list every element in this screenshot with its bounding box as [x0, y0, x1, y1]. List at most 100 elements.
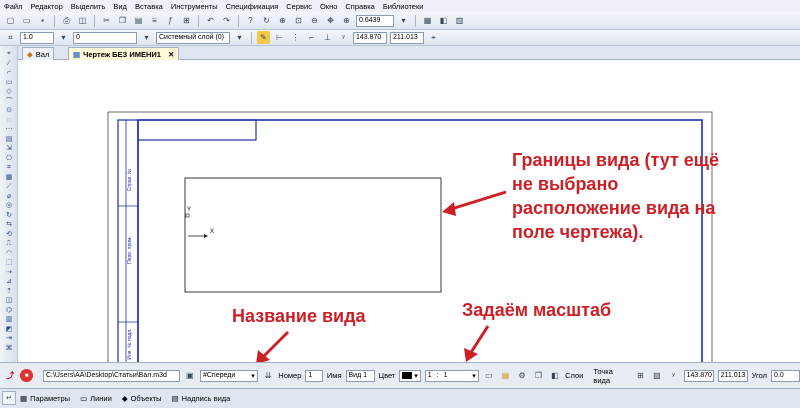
pan-icon[interactable]: ✥ — [324, 14, 337, 27]
help-icon[interactable]: ? — [244, 14, 257, 27]
coord-x-field[interactable]: 143.870 — [353, 31, 387, 44]
region-icon[interactable]: ⬚ — [4, 259, 14, 267]
settings-icon[interactable]: ⚙ — [516, 369, 528, 382]
table-icon[interactable]: ▦ — [4, 174, 14, 182]
copy-icon[interactable]: ❐ — [116, 14, 129, 27]
menu-item[interactable]: Спецификация — [226, 2, 279, 11]
tab-icon[interactable]: ⇥ — [4, 335, 14, 343]
circle-icon[interactable]: ⊙ — [4, 107, 14, 115]
view-settings-icon[interactable]: ⇊ — [262, 369, 274, 382]
browse-icon[interactable]: ▣ — [184, 369, 196, 382]
hexagon-icon[interactable]: ⎔ — [4, 155, 14, 163]
line-icon[interactable]: ⁄ — [4, 60, 14, 68]
menu-item[interactable]: Сервис — [286, 2, 312, 11]
zoom-out-icon[interactable]: ⊖ — [308, 14, 321, 27]
name-field[interactable]: Вид 1 — [345, 369, 375, 382]
cursor-icon[interactable]: ⌖ — [427, 31, 440, 44]
color-select[interactable]: ▾ — [399, 369, 421, 382]
segment-icon[interactable]: ⟋ — [4, 183, 14, 191]
coord-icon[interactable]: ʸ — [667, 369, 679, 382]
viewpoint-icon[interactable]: ⊞ — [634, 369, 646, 382]
open-file-icon[interactable]: ▭ — [20, 14, 33, 27]
variables-icon[interactable]: ⊞ — [180, 14, 193, 27]
step-input[interactable]: 1.0 — [20, 31, 54, 44]
tab-shaft[interactable]: ◆ Вал — [22, 47, 55, 60]
lock-icon[interactable]: ⤴ — [4, 369, 16, 382]
close-tab-icon[interactable]: ✕ — [168, 50, 174, 59]
macro-icon[interactable]: ⌘ — [4, 345, 14, 353]
undo-icon[interactable]: ↶ — [204, 14, 217, 27]
polygon-icon[interactable]: ◇ — [4, 88, 14, 96]
coord-icon[interactable]: ʸ — [337, 31, 350, 44]
stop-icon[interactable]: ■ — [20, 369, 33, 382]
snap-icon[interactable]: ✎ — [257, 31, 270, 44]
hatch-icon[interactable]: ▤ — [4, 136, 14, 144]
menu-item[interactable]: Инструменты — [171, 2, 218, 11]
menu-item[interactable]: Выделить — [71, 2, 106, 11]
layers-icon[interactable]: ◧ — [437, 14, 450, 27]
arrow-icon[interactable]: ⇢ — [4, 269, 14, 277]
layer-select-dropdown-icon[interactable]: ▾ — [233, 31, 246, 44]
view-orientation-select[interactable]: #Спереди ▾ — [199, 369, 258, 382]
view-icon[interactable]: ◫ — [4, 297, 14, 305]
redo-icon[interactable]: ↷ — [220, 14, 233, 27]
spec-icon[interactable]: ▥ — [4, 316, 14, 324]
menu-item[interactable]: Окно — [320, 2, 337, 11]
coord-y-field[interactable]: 211.013 — [390, 31, 424, 44]
grid-icon[interactable]: ⌗ — [4, 164, 14, 172]
ortho-mode-icon[interactable]: ⌐ — [305, 31, 318, 44]
diameter-icon[interactable]: ⌀ — [4, 193, 14, 201]
menu-item[interactable]: Файл — [4, 2, 22, 11]
preview-icon[interactable]: ◫ — [76, 14, 89, 27]
angle-icon[interactable]: ⌐ — [4, 69, 14, 77]
zoom-in-icon[interactable]: ⊕ — [276, 14, 289, 27]
print-icon[interactable]: ⎙ — [60, 14, 73, 27]
scale-field[interactable]: 1 : 1 ▾ — [424, 369, 479, 382]
step-dropdown-icon[interactable]: ▾ — [57, 31, 70, 44]
ellipse-icon[interactable]: ◌ — [4, 117, 14, 125]
number-field[interactable]: 1 — [305, 369, 323, 382]
leader-icon[interactable]: ⎍ — [4, 240, 14, 248]
layers-icon[interactable]: ◧ — [549, 369, 561, 382]
copy-icon[interactable]: ❐ — [532, 369, 544, 382]
fx-icon[interactable]: ƒ — [164, 14, 177, 27]
grid-icon[interactable]: ⋮ — [289, 31, 302, 44]
manager-icon[interactable]: ▦ — [421, 14, 434, 27]
measure-icon[interactable]: ◩ — [4, 326, 14, 334]
tab-lines[interactable]: ▭ Линии — [80, 394, 112, 403]
auto-create-icon[interactable]: ↵ — [2, 391, 16, 405]
grid-step-icon[interactable]: ⌗ — [4, 31, 17, 44]
view-x-field[interactable]: 143.870 — [683, 369, 714, 382]
mirror-icon[interactable]: ⇆ — [4, 221, 14, 229]
arc-icon[interactable]: ⌒ — [4, 98, 14, 106]
menu-item[interactable]: Редактор — [30, 2, 62, 11]
dimension-icon[interactable]: ⇲ — [4, 145, 14, 153]
concentric-icon[interactable]: ◎ — [4, 202, 14, 210]
orthogonal-icon[interactable]: ⊢ — [273, 31, 286, 44]
cursor-icon[interactable]: ⌖ — [4, 50, 14, 58]
save-icon[interactable]: ▪ — [36, 14, 49, 27]
angle-field[interactable]: 0.0 — [771, 369, 800, 382]
menu-item[interactable]: Вставка — [135, 2, 163, 11]
layers-button[interactable]: Слои — [565, 371, 583, 380]
new-file-icon[interactable]: ▢ — [4, 14, 17, 27]
properties-icon[interactable]: ≡ — [148, 14, 161, 27]
cut-icon[interactable]: ✂ — [100, 14, 113, 27]
zoom-icon[interactable]: ⊕ — [340, 14, 353, 27]
layer-number-input[interactable]: 0 — [73, 31, 137, 44]
layer-select[interactable]: Системный слой (0) — [156, 31, 230, 44]
image-icon[interactable]: ▧ — [651, 369, 663, 382]
layer-dropdown-icon[interactable]: ▾ — [140, 31, 153, 44]
drawing-canvas[interactable]: Справ. № Перв. прим. Инв. № подл. X Y Гр… — [18, 60, 800, 365]
tab-view-label[interactable]: ▤ Надпись вида — [172, 394, 231, 403]
triangle-icon[interactable]: ⊿ — [4, 278, 14, 286]
curve-icon[interactable]: ◠ — [4, 250, 14, 258]
zoom-window-icon[interactable]: ⊡ — [292, 14, 305, 27]
tab-objects[interactable]: ◆ Объекты — [122, 394, 162, 403]
zoom-dropdown-icon[interactable]: ▾ — [397, 14, 410, 27]
tab-parameters[interactable]: ▦ Параметры — [20, 394, 70, 403]
menu-item[interactable]: Справка — [345, 2, 374, 11]
zoom-input[interactable]: 0.6439 — [356, 14, 394, 27]
model-path-field[interactable]: C:\Users\AA\Desktop\Статьи\Вал.m3d — [42, 369, 180, 382]
rectangle-icon[interactable]: ▭ — [4, 79, 14, 87]
